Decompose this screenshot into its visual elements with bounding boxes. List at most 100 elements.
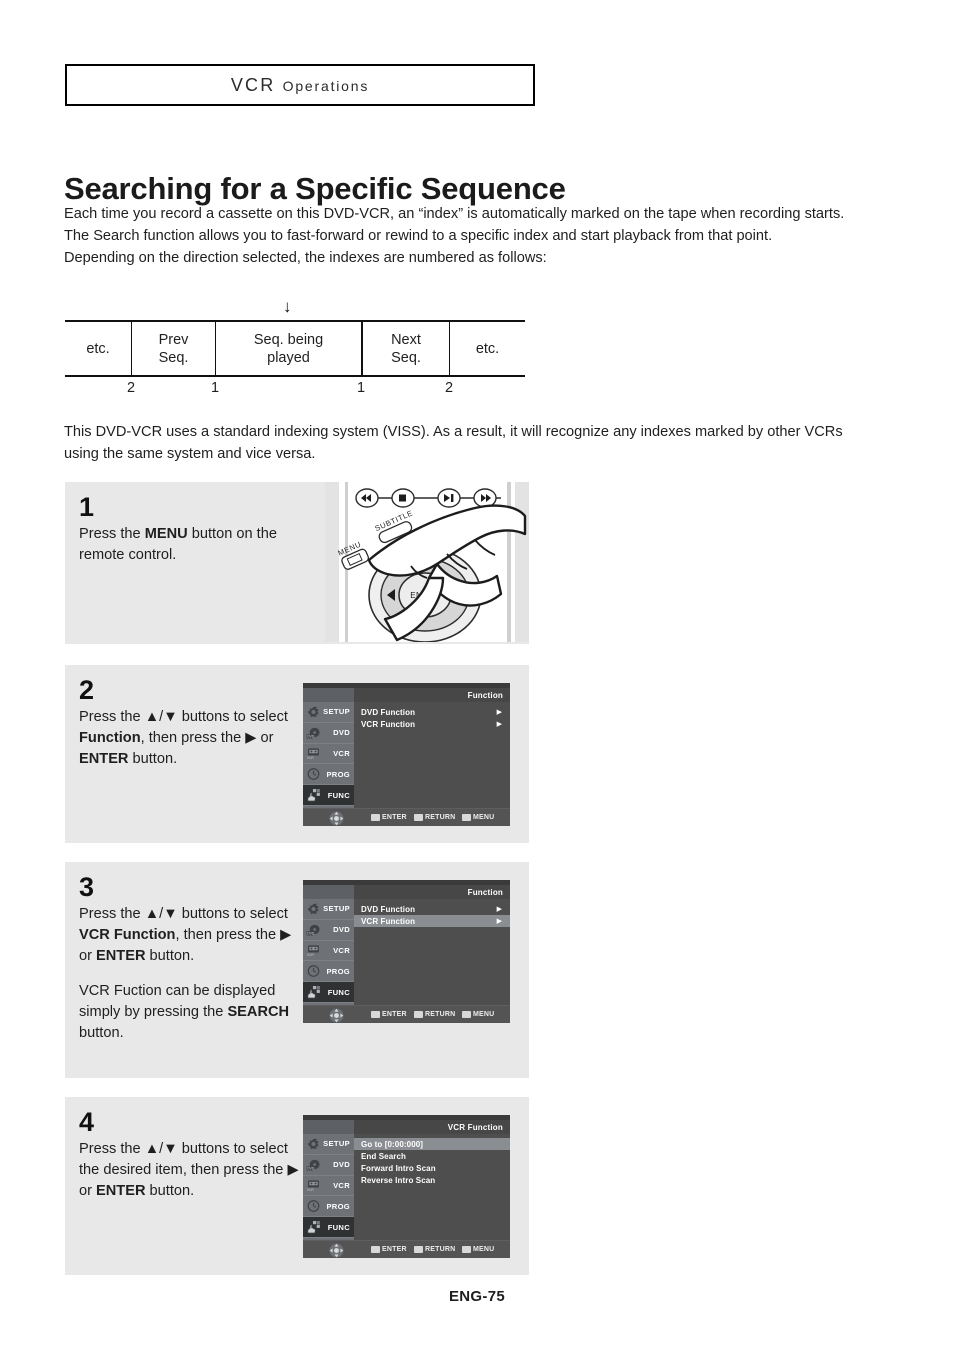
- clock-icon: [306, 767, 321, 782]
- remote-control-art: SUBTITLE MENU ENTER: [325, 482, 529, 642]
- navpad-icon: [329, 1243, 344, 1258]
- osd-sidebar-item-prog[interactable]: PROG: [303, 1196, 354, 1218]
- step-panel-3: 3 Press the ▲/▼ buttons to select VCR Fu…: [65, 862, 529, 1078]
- osd-hint-label: MENU: [473, 814, 495, 821]
- svg-text:VCR: VCR: [307, 756, 315, 760]
- svg-text:VCR: VCR: [307, 1188, 315, 1192]
- osd-sidebar-item-func[interactable]: FUNC: [303, 982, 354, 1003]
- osd-menu-item[interactable]: DVD Function ▶: [354, 903, 510, 915]
- osd-hint-label: MENU: [473, 1246, 495, 1253]
- osd-sidebar-item-label: DVD: [333, 1160, 350, 1170]
- cassette-icon: VCR: [307, 945, 319, 957]
- osd-sidebar-item-vcr[interactable]: VCR VCR: [303, 1176, 354, 1197]
- osd-sidebar: SETUP DVD DVD VCR VCR PROG FUNC: [303, 1134, 354, 1241]
- index-number: 2: [444, 380, 454, 396]
- osd-sidebar-item-dvd[interactable]: DVD DVD: [303, 723, 354, 744]
- step-panel-4: 4 Press the ▲/▼ buttons to select the de…: [65, 1097, 529, 1275]
- osd-menu-item[interactable]: DVD Function ▶: [354, 706, 510, 718]
- osd-menu-item-label: DVD Function: [361, 904, 416, 914]
- osd-menu-item[interactable]: End Search: [354, 1150, 510, 1162]
- cassette-icon: VCR: [306, 943, 321, 958]
- osd-menu-item[interactable]: VCR Function ▶: [354, 718, 510, 730]
- osd-sidebar-item-func[interactable]: FUNC: [303, 1217, 354, 1238]
- navpad-icon: [329, 1243, 344, 1258]
- osd-hint-menu: MENU: [462, 814, 494, 821]
- clock-icon: [307, 965, 320, 978]
- disc-icon: DVD: [306, 924, 320, 935]
- osd-sidebar-item-vcr[interactable]: VCR VCR: [303, 744, 354, 765]
- osd-sidebar-item-prog[interactable]: PROG: [303, 764, 354, 786]
- osd-menu-list: Go to [0:00:000] End Search Forward Intro …: [354, 1134, 510, 1241]
- step-number: 1: [79, 492, 95, 522]
- enter-button-icon: [371, 1246, 380, 1253]
- osd-hint-return: RETURN: [414, 1246, 455, 1253]
- osd-menu-item[interactable]: VCR Function ▶: [354, 915, 510, 927]
- osd-title-bar: Function: [303, 688, 510, 702]
- osd-hint-label: ENTER: [382, 1246, 407, 1253]
- osd-menu-item[interactable]: Go to [0:00:000]: [354, 1138, 510, 1150]
- osd-sidebar-item-vcr[interactable]: VCR VCR: [303, 941, 354, 962]
- osd-menu-item[interactable]: Reverse Intro Scan: [354, 1174, 510, 1186]
- return-button-icon: [414, 814, 423, 821]
- osd-hint-label: MENU: [473, 1011, 495, 1018]
- cassette-icon: VCR: [307, 748, 319, 760]
- osd-sidebar-item-label: PROG: [326, 1201, 350, 1211]
- submenu-arrow-icon: ▶: [496, 917, 502, 925]
- index-number: 2: [126, 380, 136, 396]
- navpad-icon: [329, 1008, 344, 1023]
- step-note: VCR Fuction can be displayed simply by p…: [79, 983, 290, 1041]
- osd-sidebar-item-prog[interactable]: PROG: [303, 961, 354, 983]
- sequence-cell: etc.: [449, 322, 525, 375]
- osd-menu-item-label: VCR Function: [361, 916, 416, 926]
- osd-screen-function-menu-vcr-selected: Function SETUP DVD DVD VCR VCR PROG FUNC DVD Fun…: [303, 880, 510, 1023]
- cassette-icon: VCR: [307, 1180, 319, 1192]
- hand-blocks-icon: [306, 985, 321, 1000]
- step-number: 2: [79, 675, 95, 705]
- index-number: 1: [356, 380, 366, 396]
- running-head-box: VCR Operations: [65, 64, 535, 106]
- index-number: 1: [210, 380, 220, 396]
- osd-hint-label: RETURN: [425, 1246, 456, 1253]
- osd-sidebar-item-label: FUNC: [327, 987, 350, 997]
- osd-menu-item-label: Forward Intro Scan: [361, 1163, 436, 1173]
- osd-menu-list: DVD Function ▶ VCR Function ▶: [354, 702, 510, 809]
- osd-menu-list: DVD Function ▶ VCR Function ▶: [354, 899, 510, 1006]
- osd-menu-item-label: End Search: [361, 1151, 407, 1161]
- osd-hint-enter: ENTER: [371, 1011, 407, 1018]
- menu-button-icon: [462, 814, 471, 821]
- osd-screen-function-menu: Function SETUP DVD DVD VCR VCR PROG FUNC DVD Fun…: [303, 683, 510, 826]
- osd-sidebar-item-setup[interactable]: SETUP: [303, 702, 354, 723]
- osd-sidebar-item-setup[interactable]: SETUP: [303, 899, 354, 920]
- osd-sidebar-item-label: FUNC: [327, 1222, 350, 1232]
- osd-sidebar-item-dvd[interactable]: DVD DVD: [303, 1155, 354, 1176]
- osd-hint-bar: ENTER RETURN MENU: [303, 1240, 510, 1258]
- remote-control-illustration: SUBTITLE MENU ENTER: [325, 482, 529, 642]
- running-head-text: VCR Operations: [231, 75, 369, 96]
- navpad-icon: [329, 811, 344, 826]
- step-instruction: Press the ▲/▼ buttons to select Function…: [79, 709, 288, 767]
- osd-sidebar-item-label: SETUP: [323, 904, 350, 914]
- osd-sidebar-item-dvd[interactable]: DVD DVD: [303, 920, 354, 941]
- osd-sidebar-item-label: DVD: [333, 925, 350, 935]
- osd-sidebar-item-setup[interactable]: SETUP: [303, 1134, 354, 1155]
- page-footer: ENG-75: [449, 1288, 505, 1305]
- submenu-arrow-icon: ▶: [496, 708, 502, 716]
- osd-hint-label: RETURN: [425, 814, 456, 821]
- sequence-cell: Seq. being played: [215, 322, 361, 375]
- clock-icon: [307, 768, 320, 781]
- step-2-text-block: 2 Press the ▲/▼ buttons to select Functi…: [79, 675, 307, 770]
- clock-icon: [307, 1200, 320, 1213]
- sequence-cell: Prev Seq.: [131, 322, 215, 375]
- osd-menu-item[interactable]: Forward Intro Scan: [354, 1162, 510, 1174]
- osd-title: Function: [467, 690, 503, 700]
- viss-paragraph: This DVD-VCR uses a standard indexing sy…: [64, 424, 843, 462]
- osd-sidebar-item-func[interactable]: FUNC: [303, 785, 354, 806]
- gear-icon: [307, 903, 319, 915]
- osd-hint-menu: MENU: [462, 1011, 494, 1018]
- sequence-table: etc. Prev Seq. Seq. being played Next Seq. …: [65, 320, 525, 377]
- osd-hint-bar: ENTER RETURN MENU: [303, 1005, 510, 1023]
- osd-title-corner: [303, 1120, 354, 1134]
- osd-sidebar-item-label: DVD: [333, 728, 350, 738]
- current-position-arrow-icon: ↓: [283, 297, 292, 316]
- enter-button-icon: [371, 814, 380, 821]
